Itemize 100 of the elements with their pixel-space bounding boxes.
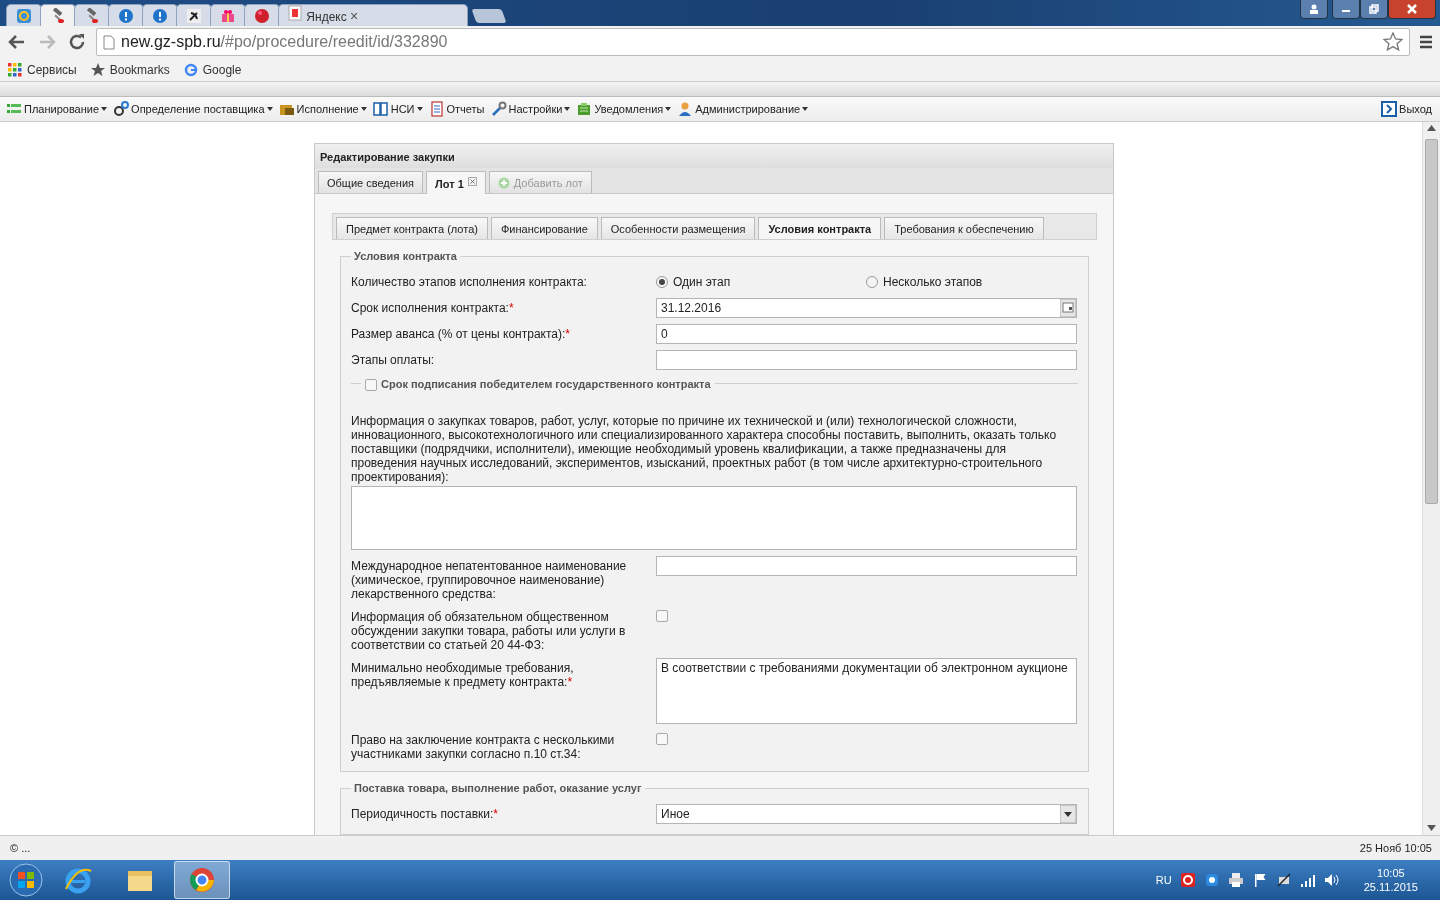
report-icon xyxy=(428,101,445,117)
new-tab-button[interactable] xyxy=(471,9,507,23)
browser-tab[interactable]: Яндекс × xyxy=(278,4,468,26)
caret-icon[interactable] xyxy=(665,107,672,111)
logout-button[interactable]: Выход xyxy=(1379,101,1436,117)
exit-icon xyxy=(1381,101,1398,117)
menu-item[interactable]: Исполнение xyxy=(276,101,371,117)
status-datetime: 25 Нояб 10:05 xyxy=(1359,842,1432,854)
text-field[interactable] xyxy=(656,350,1077,370)
bookmark[interactable]: Google xyxy=(183,62,242,77)
user-icon xyxy=(1309,4,1319,14)
restore-icon xyxy=(1369,4,1379,14)
menu-item[interactable]: Настройки xyxy=(488,101,575,117)
scroll-up-icon[interactable] xyxy=(1427,125,1436,131)
section-title: Условия контракта xyxy=(353,250,458,262)
close-icon[interactable] xyxy=(467,177,477,186)
url-text: new.gz-spb.ru/#po/procedure/reedit/id/332890 xyxy=(121,33,448,51)
radio-label: Несколько этапов xyxy=(883,275,983,289)
checkbox[interactable] xyxy=(656,610,668,622)
text-field[interactable]: 0 xyxy=(656,324,1077,344)
page-icon xyxy=(287,5,303,21)
section-title: Поставка товара, выполнение работ, оказание услуг xyxy=(353,782,643,794)
minimize-button[interactable] xyxy=(1332,0,1360,19)
speaker-icon[interactable] xyxy=(1323,872,1340,888)
note-icon xyxy=(576,101,593,117)
tab[interactable]: Общие сведения xyxy=(318,171,424,193)
gavel-icon xyxy=(84,7,100,24)
signal-icon[interactable] xyxy=(1299,872,1316,888)
field-label: Международное непатентованное наименование (химическое, группировочное наименование) лекарственного средства: xyxy=(351,559,627,601)
caret-icon[interactable] xyxy=(266,107,273,111)
menu-item[interactable]: НСИ xyxy=(370,101,427,117)
text-area[interactable]: В соответствии с требованиями документации об электронном аукционе xyxy=(656,658,1077,724)
field-label: Размер аванса (% от цены контракта):* xyxy=(351,327,570,341)
browser-icon xyxy=(187,865,217,895)
profile-button[interactable] xyxy=(1300,0,1328,19)
field-label: Информация об обязательном общественном обсуждении закупки товара, работы или услуги в соответствии со статьей 20 44-ФЗ: xyxy=(351,610,626,652)
scroll-down-icon[interactable] xyxy=(1427,825,1436,831)
start-button[interactable] xyxy=(8,862,44,898)
caret-icon[interactable] xyxy=(360,107,367,111)
caret-icon[interactable] xyxy=(101,107,108,111)
menu-icon[interactable] xyxy=(1418,34,1434,50)
close-button[interactable] xyxy=(1388,0,1436,19)
star-icon[interactable] xyxy=(1383,32,1403,52)
add-icon xyxy=(497,177,510,189)
bookmark[interactable]: Сервисы xyxy=(8,62,77,77)
address-bar[interactable]: new.gz-spb.ru/#po/procedure/reedit/id/332890 xyxy=(96,28,1410,56)
tab[interactable]: Лот 1 xyxy=(426,171,486,194)
menu-item[interactable]: Определение поставщика xyxy=(111,101,277,117)
caret-icon[interactable] xyxy=(564,107,571,111)
book-icon xyxy=(372,101,389,117)
tab[interactable]: Особенности размещения xyxy=(600,217,756,239)
printer-icon[interactable] xyxy=(1227,872,1244,888)
language-indicator[interactable]: RU xyxy=(1155,874,1172,886)
tab[interactable]: Условия контракта xyxy=(758,217,882,239)
wrench-icon xyxy=(490,101,507,117)
field-label: Информация о закупках товаров, работ, услуг, которые по причине их технической и (или) технологической сложности, инновационного, высокотехнологичного или специализированного характера способны поставить, выполнить, оказать только поставщики (подрядчики, исполнители), имеющие необходимый уровень квалификации, а также предназначены для проведения научных исследований, экспериментов, изысканий, проектных работ (в том числе архитектурно-строительного проектирования): xyxy=(351,414,1057,484)
field-label: Срок исполнения контракта:* xyxy=(351,301,514,315)
tab[interactable]: Требования к обеспечению xyxy=(884,217,1044,239)
page-icon xyxy=(103,34,115,50)
select-field[interactable]: Иное xyxy=(656,804,1077,824)
field-label: Минимально необходимые требования, предъявляемые к предмету контракта:* xyxy=(351,661,574,689)
menu-item[interactable]: Администрирование xyxy=(675,101,813,117)
checkbox[interactable] xyxy=(365,379,377,391)
star-icon xyxy=(90,62,105,77)
tab[interactable]: Финансирование xyxy=(490,217,598,239)
menu-item[interactable]: Планирование xyxy=(4,101,112,117)
clock[interactable]: 10:05 25.11.2015 xyxy=(1363,867,1418,893)
field-label: Периодичность поставки:* xyxy=(351,807,498,821)
calendar-icon[interactable] xyxy=(1060,299,1076,317)
menu-item[interactable]: Уведомления xyxy=(574,101,676,117)
ball-icon xyxy=(254,7,270,24)
checkbox[interactable] xyxy=(656,733,668,745)
section-title: Срок подписания победителем государственного контракта xyxy=(381,377,711,390)
menu-item[interactable]: Отчеты xyxy=(426,101,489,117)
network-icon[interactable] xyxy=(1275,872,1292,888)
radio-button[interactable] xyxy=(866,276,878,288)
browser-tab[interactable] xyxy=(176,4,212,26)
tab[interactable]: Предмет контракта (лота) xyxy=(336,217,488,239)
taskbar-app[interactable] xyxy=(174,861,230,899)
g-logo-icon xyxy=(183,62,198,77)
field-label: Право на заключение контракта с несколькими участниками закупки согласно п.10 ст.34: xyxy=(351,733,615,761)
date-field[interactable]: 31.12.2016 xyxy=(656,298,1077,318)
bookmark[interactable]: Bookmarks xyxy=(90,62,170,77)
maximize-button[interactable] xyxy=(1360,0,1388,19)
scrollbar[interactable] xyxy=(1422,122,1440,835)
grid-icon xyxy=(8,62,22,77)
close-tab-button[interactable]: × xyxy=(350,8,359,24)
text-field[interactable] xyxy=(656,556,1077,576)
gift-icon xyxy=(220,7,236,24)
tab-title: Яндекс xyxy=(306,10,347,24)
gears-icon xyxy=(113,101,130,117)
field-label: Этапы оплаты: xyxy=(351,353,435,367)
dropdown-icon[interactable] xyxy=(1060,805,1076,823)
radio-button[interactable] xyxy=(656,276,668,288)
field-label: Количество этапов исполнения контракта: xyxy=(351,275,587,289)
user-icon xyxy=(677,101,694,117)
caret-icon[interactable] xyxy=(802,107,809,111)
panel-title: Редактирование закупки xyxy=(315,144,1113,168)
caret-icon[interactable] xyxy=(416,107,423,111)
emblem-icon xyxy=(186,7,202,24)
